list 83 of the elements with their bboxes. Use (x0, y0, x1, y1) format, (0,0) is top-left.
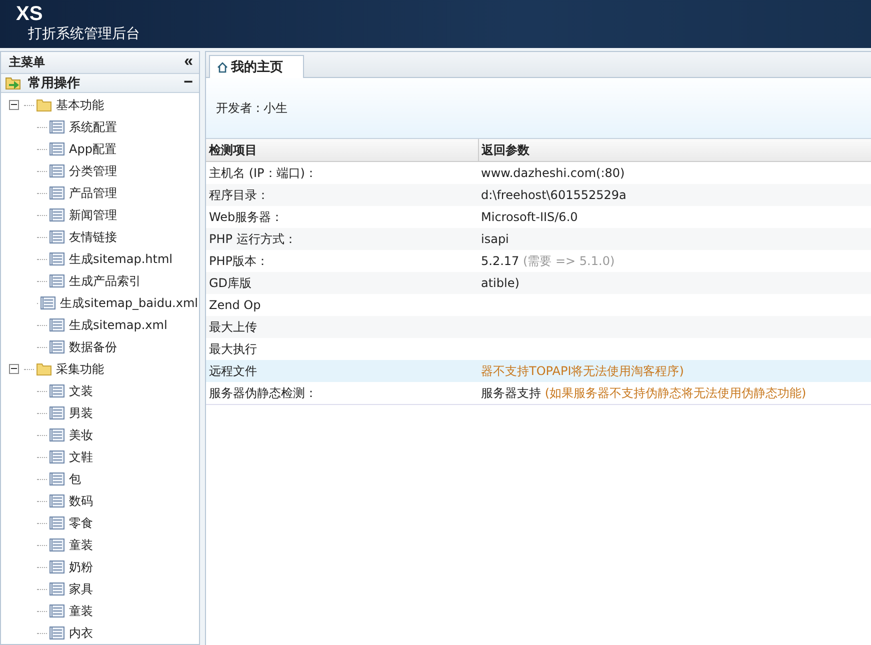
table-cell: Microsoft-IIS/6.0 (481, 210, 578, 224)
page-icon (49, 604, 65, 618)
table-cell: PHP版本： (206, 250, 478, 272)
tree-item[interactable]: 数码 (68, 492, 94, 510)
tree-item[interactable]: 奶粉 (68, 558, 94, 576)
tree-item[interactable]: 零食 (68, 514, 94, 532)
section-toggle-button[interactable]: − (184, 74, 193, 92)
tree-item[interactable]: 内衣 (68, 624, 94, 642)
developer-text: 开发者 : 小生 (216, 100, 288, 116)
page-icon (49, 164, 65, 178)
tree-item[interactable]: 生成产品索引 (68, 272, 142, 290)
tree-item[interactable]: 分类管理 (68, 162, 118, 180)
collapse-box-icon[interactable] (9, 100, 19, 110)
column-header: 检测项目 (206, 139, 478, 162)
page-icon (49, 340, 65, 354)
tree-item[interactable]: 新闻管理 (68, 206, 118, 224)
table-cell: 远程文件 (206, 360, 478, 382)
table-cell: Web服务器： (206, 206, 478, 228)
app-title: 打折系统管理后台 (28, 25, 140, 43)
table-cell: 器不支持TOPAPI将无法使用淘客程序) (481, 364, 684, 378)
tree-item[interactable]: 童装 (68, 602, 94, 620)
page-icon (49, 494, 65, 508)
tree-item[interactable]: 美妆 (68, 426, 94, 444)
menu-title: 主菜单 (9, 54, 45, 71)
table-cell: GD库版 (206, 272, 478, 294)
folder-icon (36, 98, 52, 112)
folder-icon (36, 362, 52, 376)
folder-arrow-icon (5, 74, 21, 91)
page-icon (49, 428, 65, 442)
tree-item[interactable]: App配置 (68, 140, 118, 158)
page-icon (49, 252, 65, 266)
table-cell: 5.2.17 (需要 => 5.1.0) (481, 254, 615, 268)
page-icon (49, 582, 65, 596)
tree-item[interactable]: 文鞋 (68, 448, 94, 466)
table-cell: 最大执行 (206, 338, 478, 360)
tree-item[interactable]: 生成sitemap_baidu.xml (59, 294, 199, 312)
table-cell: atible) (481, 276, 520, 290)
table-cell: 服务器支持 (如果服务器不支持伪静态将无法使用伪静态功能) (481, 386, 806, 400)
page-icon (49, 208, 65, 222)
tree-item[interactable]: 产品管理 (68, 184, 118, 202)
collapse-button[interactable]: « (184, 53, 193, 72)
table-cell: d:\freehost\601552529a (481, 188, 626, 202)
tree-item[interactable]: 生成sitemap.xml (68, 316, 168, 334)
page-icon (49, 120, 65, 134)
page-icon (49, 516, 65, 530)
tree-item[interactable]: 家具 (68, 580, 94, 598)
tree-folder[interactable]: 基本功能 (55, 96, 105, 114)
table-cell: 程序目录： (206, 184, 478, 206)
tree-item[interactable]: 文装 (68, 382, 94, 400)
collapse-box-icon[interactable] (9, 364, 19, 374)
column-header: 返回参数 (478, 139, 871, 162)
page-icon (49, 318, 65, 332)
table-cell: www.dazheshi.com(:80) (481, 166, 625, 180)
section-title: 常用操作 (28, 74, 81, 92)
table-cell: Zend Op (206, 294, 478, 316)
tab[interactable]: 我的主页 (209, 55, 304, 78)
table-cell: PHP 运行方式： (206, 228, 478, 250)
tree-item[interactable]: 生成sitemap.html (68, 250, 174, 268)
table-cell: 服务器伪静态检测： (206, 382, 478, 404)
tree-item[interactable]: 数据备份 (68, 338, 118, 356)
tree-item[interactable]: 包 (68, 470, 82, 488)
tree-item[interactable]: 男装 (68, 404, 94, 422)
home-icon (217, 62, 228, 72)
page-icon (49, 626, 65, 640)
page-icon (49, 186, 65, 200)
tree-item[interactable]: 系统配置 (68, 118, 118, 136)
page-icon (49, 230, 65, 244)
page-icon (49, 274, 65, 288)
table-cell: isapi (481, 232, 509, 246)
page-icon (49, 450, 65, 464)
table-cell: 最大上传 (206, 316, 478, 338)
page-icon (49, 406, 65, 420)
tree-item[interactable]: 友情链接 (68, 228, 118, 246)
page-icon (49, 538, 65, 552)
page-icon (49, 384, 65, 398)
page-icon (49, 472, 65, 486)
tree-folder[interactable]: 采集功能 (55, 360, 105, 378)
page-icon (49, 560, 65, 574)
page-icon (49, 142, 65, 156)
table-cell: 主机名 (IP：端口)： (206, 162, 478, 184)
page-icon (40, 296, 56, 310)
logo: XS (16, 4, 43, 24)
tree-item[interactable]: 童装 (68, 536, 94, 554)
